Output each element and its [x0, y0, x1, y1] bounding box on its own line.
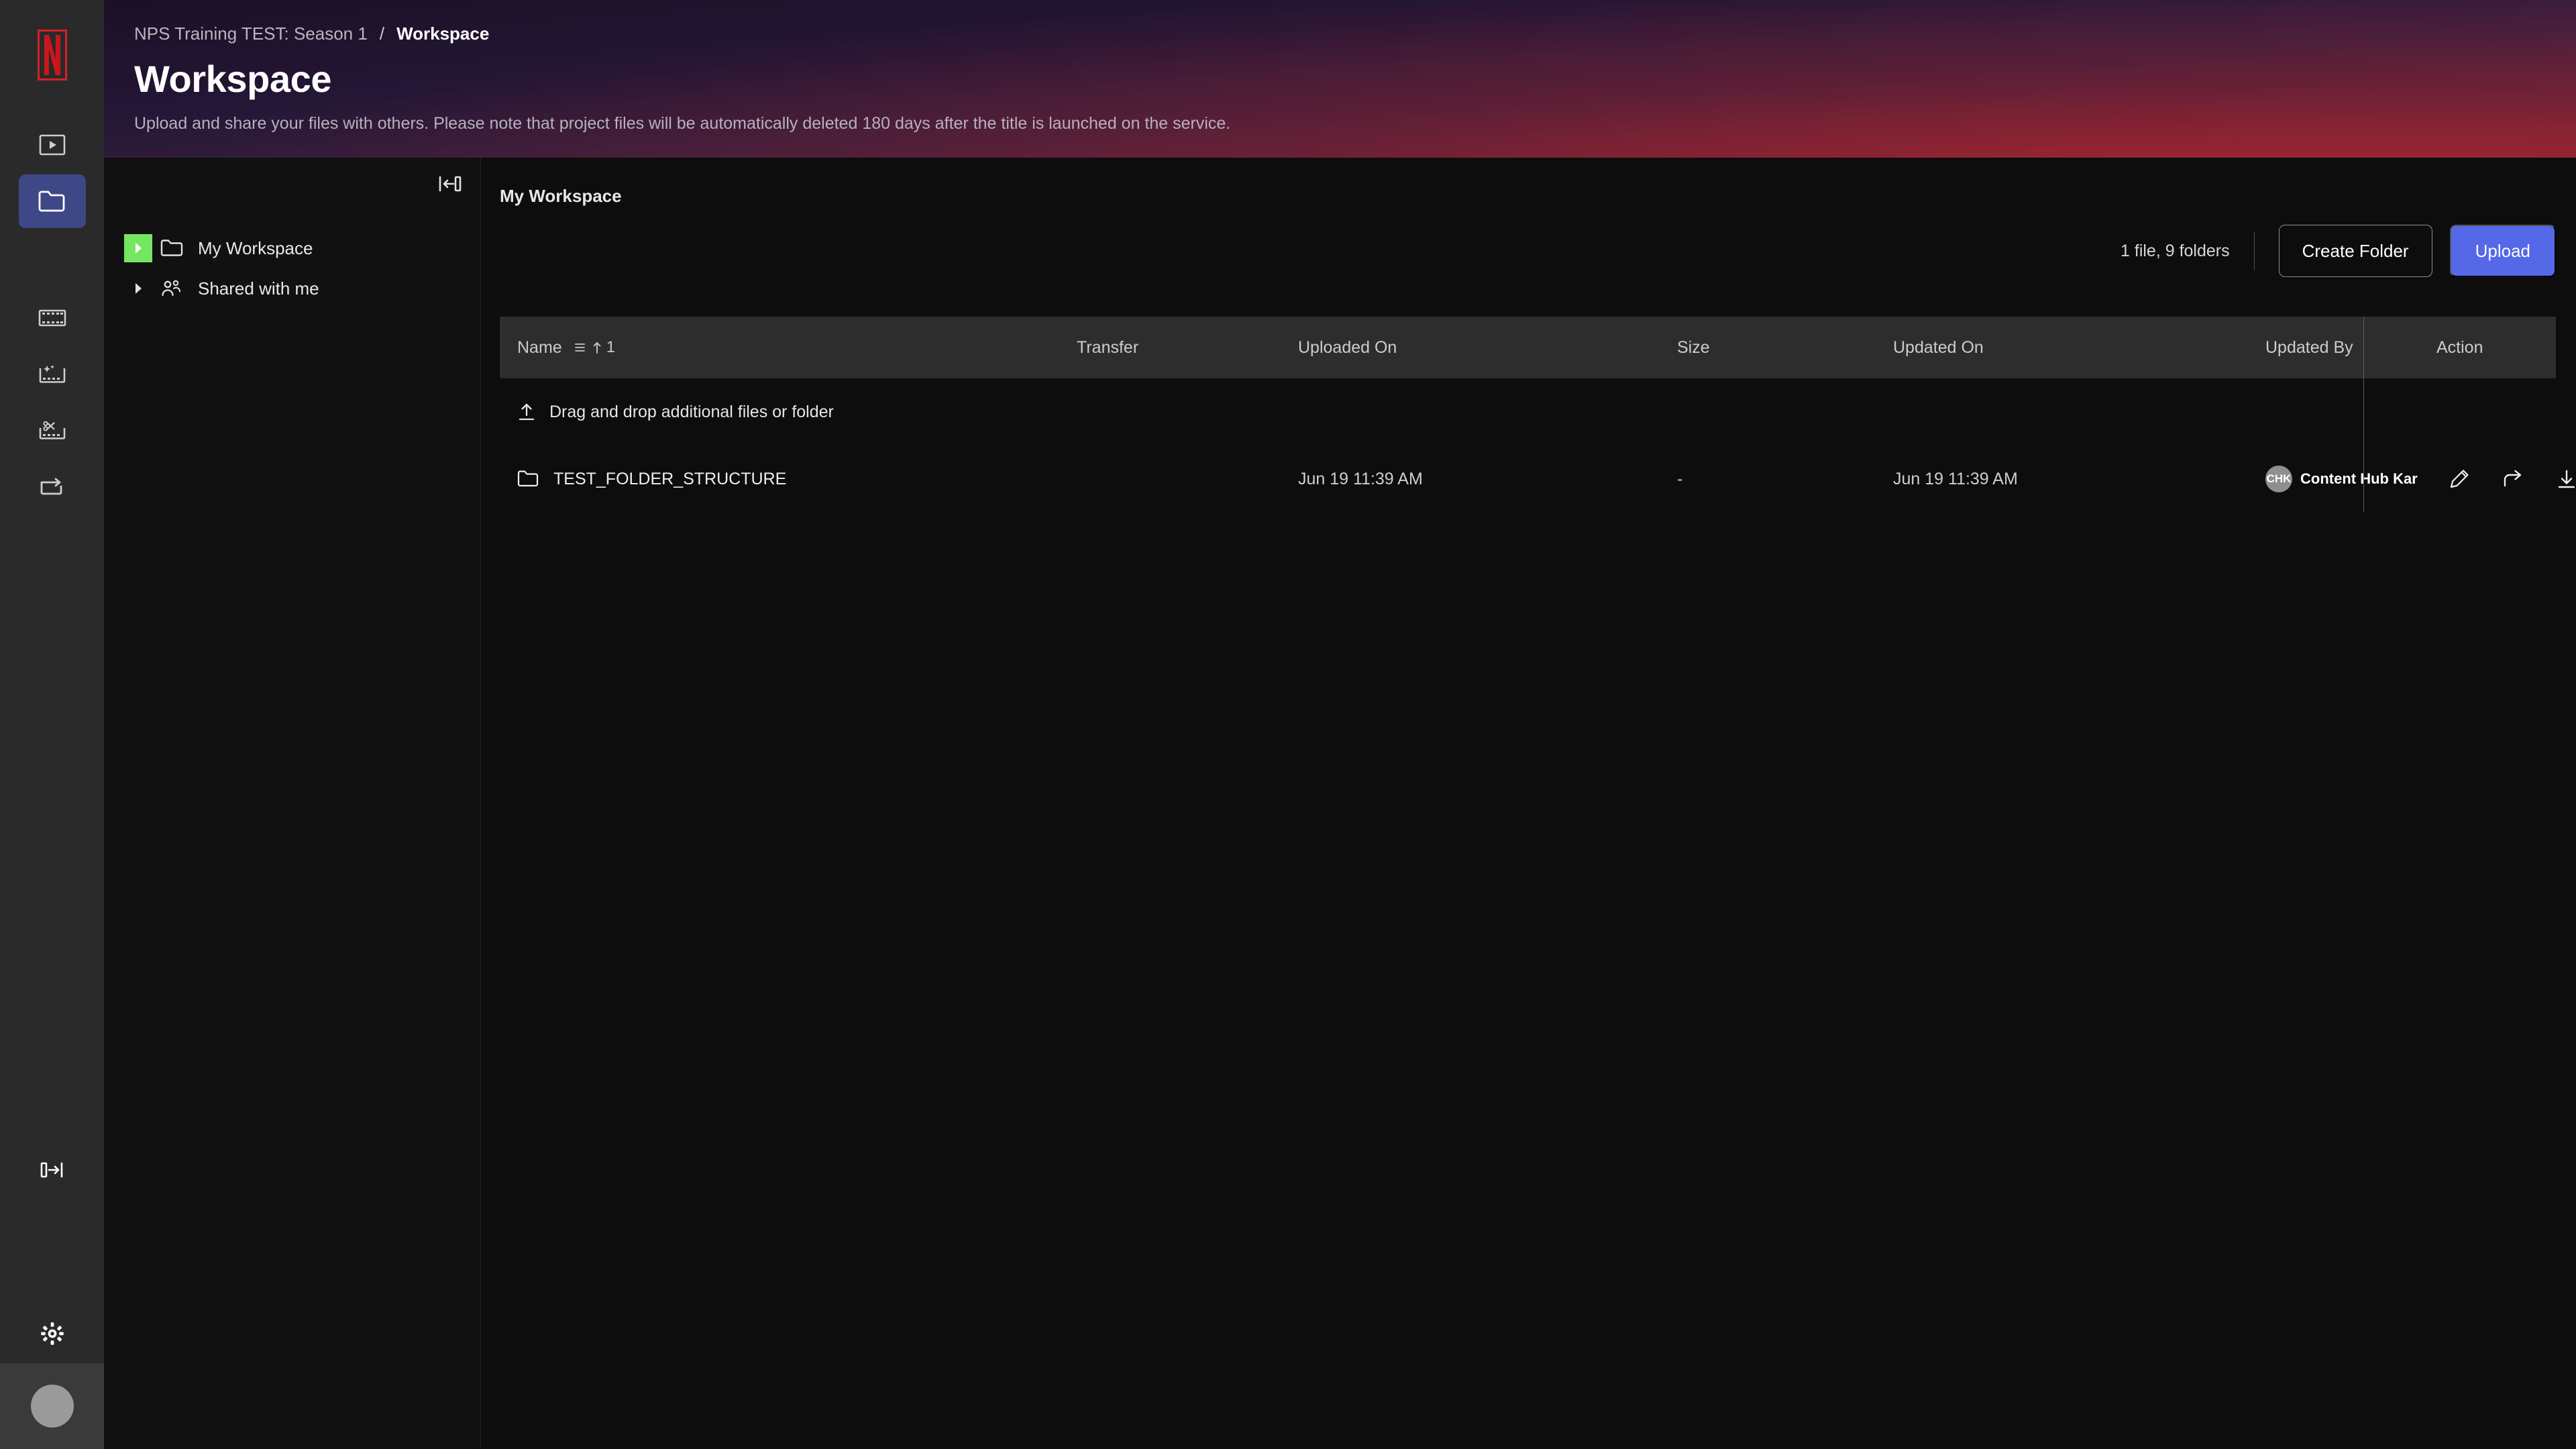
column-header-updated-on[interactable]: Updated On: [1893, 338, 2265, 358]
sidebar-item-enhance[interactable]: [19, 347, 86, 401]
film-strip-icon: [38, 308, 66, 328]
page-title: Workspace: [134, 58, 332, 100]
workspace-tree-panel: My Workspace Shared with me: [104, 158, 481, 1449]
updated-by-wrap: CHK Content Hub Kar: [2265, 466, 2418, 492]
row-name-label: TEST_FOLDER_STRUCTURE: [553, 469, 787, 488]
column-header-uploaded-on[interactable]: Uploaded On: [1298, 338, 1677, 358]
rail-bottom: [0, 1143, 104, 1449]
app-root: NPS Training TEST: Season 1 / Workspace …: [0, 0, 2576, 1449]
breadcrumb-separator: /: [379, 23, 385, 44]
row-uploaded-on: Jun 19 11:39 AM: [1298, 469, 1423, 488]
column-header-updated-by[interactable]: Updated By: [2265, 338, 2408, 358]
main-content: My Workspace 1 file, 9 folders Create Fo…: [481, 158, 2576, 1449]
user-avatar-zone[interactable]: [0, 1363, 104, 1449]
workspace-toolbar: 1 file, 9 folders Create Folder Upload: [2121, 225, 2556, 277]
sidebar-item-transfer[interactable]: [19, 460, 86, 514]
collapse-panel-button[interactable]: [435, 170, 466, 201]
avatar: CHK: [2265, 466, 2292, 492]
row-size: -: [1677, 469, 1683, 488]
film-strip-scissors-icon: [38, 420, 66, 441]
tree-items: My Workspace Shared with me: [104, 228, 480, 309]
transfer-arrow-icon: [38, 476, 66, 498]
row-updated-by: CHK Content Hub Kar: [2265, 466, 2418, 492]
avatar[interactable]: [30, 1385, 74, 1428]
column-header-transfer[interactable]: Transfer: [1077, 338, 1298, 358]
drag-drop-hint[interactable]: Drag and drop additional files or folder: [500, 402, 1077, 422]
folder-icon: [156, 239, 187, 258]
sort-lines-icon: [574, 343, 585, 352]
settings-button[interactable]: [19, 1307, 86, 1360]
table-row[interactable]: TEST_FOLDER_STRUCTURE Jun 19 11:39 AM - …: [500, 445, 2575, 513]
shared-users-icon: [156, 279, 187, 298]
expand-sidebar-button[interactable]: [19, 1143, 86, 1197]
sidebar-item-workspace[interactable]: [18, 174, 86, 228]
pencil-icon[interactable]: [2446, 466, 2473, 492]
sort-order-number: 1: [606, 338, 616, 356]
breadcrumb-parent[interactable]: NPS Training TEST: Season 1: [134, 23, 368, 44]
rail-nav: [0, 118, 104, 517]
files-table: Name 1 Transfer Uploaded On Size Updated…: [500, 317, 2575, 513]
column-header-action: Action: [2436, 337, 2483, 357]
page-subtitle: Upload and share your files with others.…: [134, 114, 1231, 133]
main-breadcrumb: My Workspace: [500, 186, 622, 206]
column-header-name[interactable]: Name 1: [500, 338, 1077, 358]
column-divider: [2363, 317, 2364, 378]
row-actions: [2418, 466, 2576, 492]
arrow-up-icon: [593, 342, 601, 354]
sidebar-item-media[interactable]: [19, 291, 86, 345]
collapse-panel-icon: [439, 175, 462, 196]
left-rail: [0, 0, 104, 1449]
drag-drop-label: Drag and drop additional files or folder: [549, 402, 834, 421]
download-icon[interactable]: [2553, 466, 2576, 492]
action-icon-group: [2446, 466, 2576, 492]
tree-item-label: My Workspace: [198, 237, 313, 258]
caret-right-icon[interactable]: [124, 234, 152, 262]
create-folder-button[interactable]: Create Folder: [2278, 225, 2432, 277]
sidebar-item-edit[interactable]: [19, 404, 86, 458]
row-name-wrap: TEST_FOLDER_STRUCTURE: [517, 470, 786, 489]
breadcrumb: NPS Training TEST: Season 1 / Workspace: [134, 23, 489, 44]
table-header-row: Name 1 Transfer Uploaded On Size Updated…: [500, 317, 2556, 378]
netflix-n-logo[interactable]: [34, 25, 71, 85]
breadcrumb-current: Workspace: [396, 23, 490, 44]
tree-item-my-workspace[interactable]: My Workspace: [104, 228, 480, 268]
tree-item-shared-with-me[interactable]: Shared with me: [104, 268, 480, 309]
expand-sidebar-icon: [40, 1161, 64, 1179]
updated-by-name: Content Hub Kar: [2300, 470, 2418, 487]
drag-drop-row[interactable]: Drag and drop additional files or folder: [500, 378, 2556, 445]
column-header-size[interactable]: Size: [1677, 338, 1893, 358]
sidebar-item-player[interactable]: [19, 118, 86, 172]
row-column-divider: [2363, 445, 2364, 513]
gear-icon: [40, 1321, 65, 1346]
toolbar-divider: [2253, 231, 2255, 270]
row-updated-on: Jun 19 11:39 AM: [1893, 469, 2018, 488]
row-name-cell[interactable]: TEST_FOLDER_STRUCTURE: [500, 470, 1077, 489]
page-header-banner: NPS Training TEST: Season 1 / Workspace …: [104, 0, 2576, 158]
player-icon: [39, 134, 66, 156]
file-count-label: 1 file, 9 folders: [2121, 241, 2230, 260]
tree-item-label: Shared with me: [198, 278, 319, 299]
folder-icon: [38, 190, 66, 213]
upload-icon: [517, 402, 536, 422]
caret-right-icon[interactable]: [124, 274, 152, 303]
share-arrow-icon[interactable]: [2500, 466, 2526, 492]
sort-indicator[interactable]: 1: [574, 338, 615, 357]
upload-button[interactable]: Upload: [2449, 225, 2556, 277]
film-strip-sparkle-icon: [38, 364, 66, 385]
column-header-name-label: Name: [517, 337, 562, 357]
folder-icon: [517, 470, 539, 488]
row-column-divider: [2363, 378, 2364, 445]
